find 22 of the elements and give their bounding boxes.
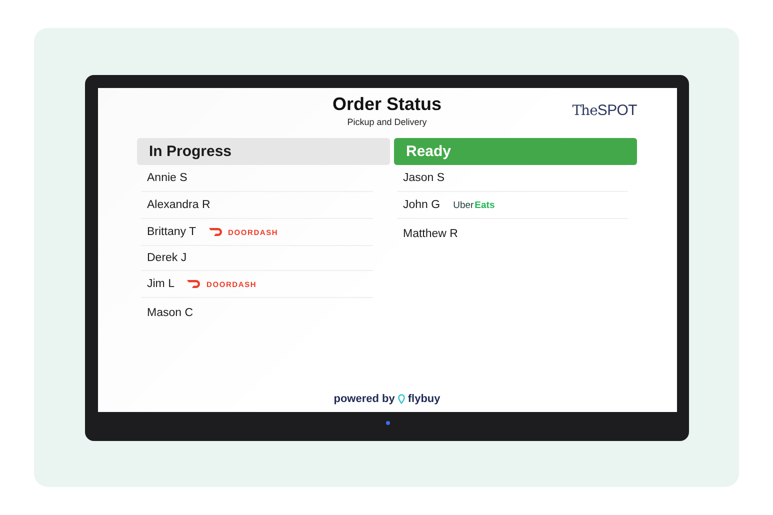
brand-name: flybuy xyxy=(408,393,440,405)
customer-name: Brittany T xyxy=(147,226,196,238)
customer-name: Mason C xyxy=(147,307,194,319)
page-subtitle: Pickup and Delivery xyxy=(346,117,428,127)
page-title: Order Status xyxy=(332,94,442,115)
logo-text: SPOT xyxy=(597,102,637,119)
customer-name: Matthew R xyxy=(403,228,458,240)
powered-by-text: powered by xyxy=(334,393,395,405)
column-header: Ready xyxy=(394,138,637,165)
customer-name: Jim L xyxy=(147,278,174,290)
customer-name: John G xyxy=(403,199,440,211)
pin-icon xyxy=(398,394,405,404)
service-label: Uber xyxy=(453,200,474,210)
doordash-icon xyxy=(209,228,225,236)
logo-text: The xyxy=(572,103,598,119)
customer-name: Alexandra R xyxy=(147,199,210,211)
service-label: Eats xyxy=(474,200,495,210)
customer-name: Annie S xyxy=(147,172,188,184)
column-header: In Progress xyxy=(137,138,390,165)
camera-dot xyxy=(386,421,390,425)
customer-name: Derek J xyxy=(147,252,187,264)
customer-name: Jason S xyxy=(403,172,445,184)
